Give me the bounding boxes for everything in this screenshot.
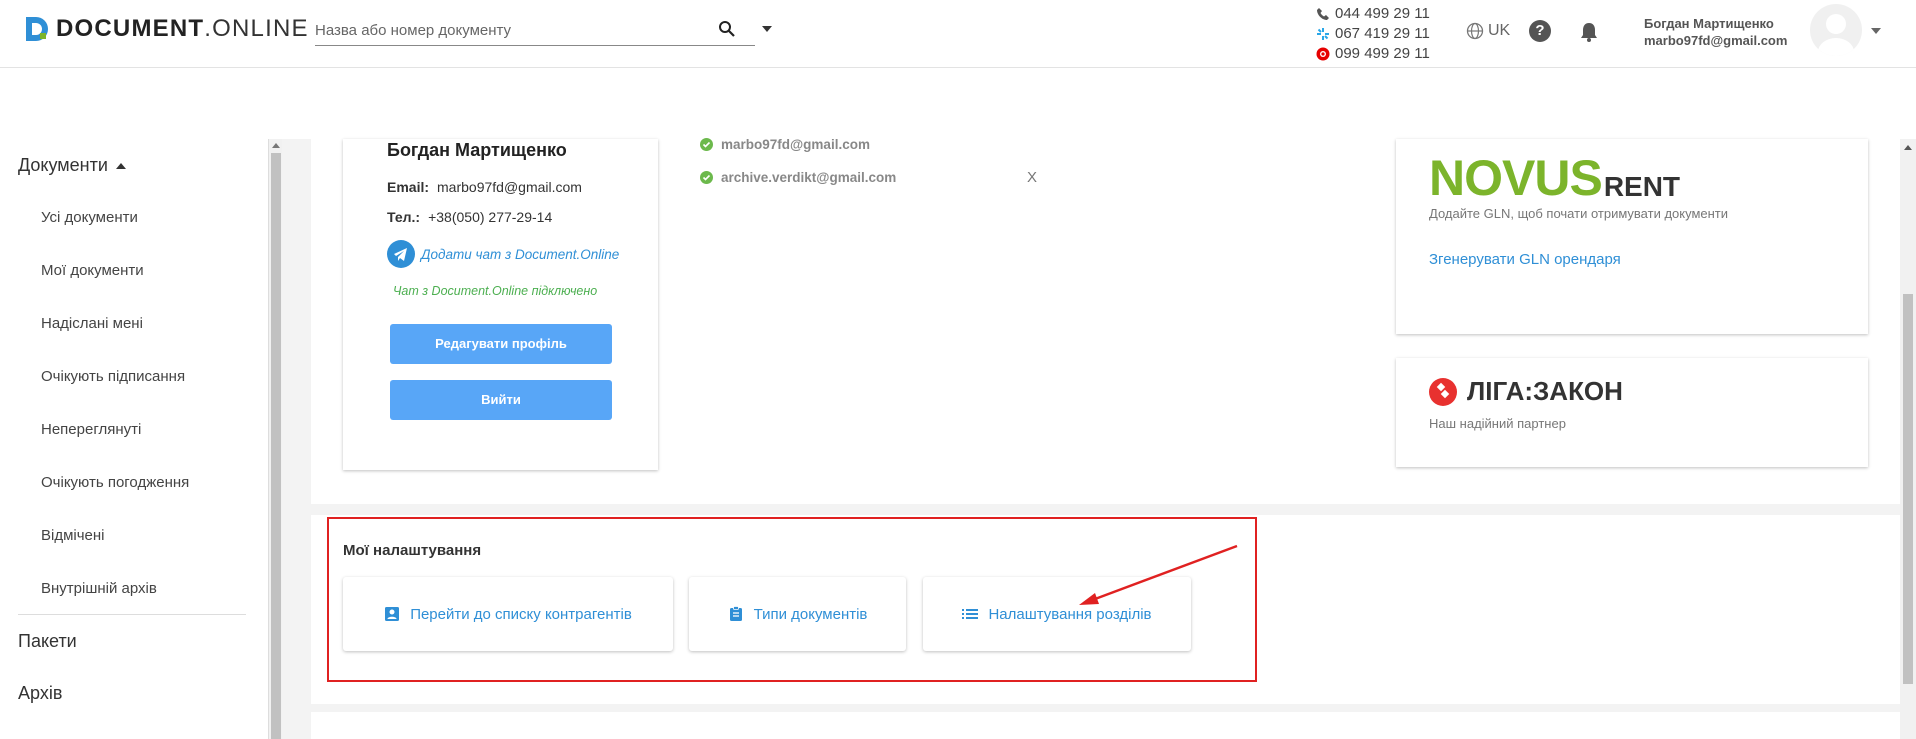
search-icon[interactable] xyxy=(718,20,736,38)
sidebar-item-awaiting-signature[interactable]: Очікують підписання xyxy=(41,368,185,385)
language-switcher[interactable]: UK xyxy=(1466,22,1510,40)
search-dropdown-icon[interactable] xyxy=(762,26,772,32)
phone-vodafone[interactable]: 099 499 29 11 xyxy=(1316,44,1430,64)
verified-check-icon xyxy=(700,171,713,184)
sidebar-item-awaiting-approval[interactable]: Очікують погодження xyxy=(41,474,189,491)
novus-rent-card: NOVUS RENT Додайте GLN, щоб почати отрим… xyxy=(1396,139,1868,334)
counterparties-button[interactable]: Перейти до списку контрагентів xyxy=(343,577,673,651)
edit-profile-button[interactable]: Редагувати профіль xyxy=(390,324,612,364)
liga-zakon-icon xyxy=(1429,377,1457,406)
vodafone-icon xyxy=(1316,47,1330,61)
sidebar-divider xyxy=(18,614,246,615)
user-info[interactable]: Богдан Мартищенко marbo97fd@gmail.com xyxy=(1644,15,1787,49)
sidebar-scroll-thumb[interactable] xyxy=(271,153,281,739)
main-scrollbar[interactable] xyxy=(1900,139,1916,739)
help-icon[interactable]: ? xyxy=(1529,20,1551,42)
phone-icon xyxy=(1316,7,1330,21)
sidebar-item-documents[interactable]: Документи xyxy=(18,155,126,176)
phone-lifecell[interactable]: 067 419 29 11 xyxy=(1316,24,1430,44)
telegram-icon xyxy=(387,240,415,268)
novus-rent-logo: NOVUS RENT xyxy=(1429,150,1681,206)
list-icon xyxy=(962,606,979,622)
liga-description: Наш надійний партнер xyxy=(1429,416,1566,431)
sidebar-item-marked[interactable]: Відмічені xyxy=(41,527,105,544)
sidebar-scrollbar[interactable] xyxy=(268,139,282,739)
globe-icon xyxy=(1466,22,1484,40)
remove-email-button[interactable]: X xyxy=(1027,169,1037,186)
search-bar xyxy=(315,16,772,46)
user-menu-chevron-icon[interactable] xyxy=(1871,28,1881,34)
sidebar-item-internal-archive[interactable]: Внутрішній архів xyxy=(41,580,157,597)
logo-text: DOCUMENT.ONLINE xyxy=(56,15,309,42)
telegram-status: Чат з Document.Online підключено xyxy=(393,284,598,298)
generate-gln-link[interactable]: Згенерувати GLN орендаря xyxy=(1429,251,1621,268)
document-types-button[interactable]: Типи документів xyxy=(689,577,906,651)
user-name: Богдан Мартищенко xyxy=(1644,16,1774,31)
sidebar: Документи Усі документи Мої документи На… xyxy=(0,139,268,739)
sidebar-item-packages[interactable]: Пакети xyxy=(18,631,77,652)
sidebar-item-all-documents[interactable]: Усі документи xyxy=(41,209,138,226)
liga-zakon-logo[interactable]: ЛІГА:ЗАКОН xyxy=(1429,376,1623,407)
avatar[interactable] xyxy=(1810,4,1862,56)
verified-check-icon xyxy=(700,138,713,151)
sidebar-item-archive[interactable]: Архів xyxy=(18,683,62,704)
search-input[interactable] xyxy=(315,16,705,44)
sidebar-item-sent-to-me[interactable]: Надіслані мені xyxy=(41,315,143,332)
main-scroll-thumb[interactable] xyxy=(1903,294,1913,684)
profile-email: Email: marbo97fd@gmail.com xyxy=(387,179,582,195)
novus-description: Додайте GLN, щоб почати отримувати докум… xyxy=(1429,206,1729,221)
scroll-up-icon[interactable] xyxy=(272,143,280,148)
contact-card-icon xyxy=(384,606,400,622)
logout-button[interactable]: Вийти xyxy=(390,380,612,420)
scroll-up-icon[interactable] xyxy=(1904,145,1912,150)
kyivstar-star-icon xyxy=(1316,27,1330,41)
profile-phone: Тел.: +38(050) 277-29-14 xyxy=(387,209,553,225)
user-email: marbo97fd@gmail.com xyxy=(1644,33,1788,48)
email-list-item: archive.verdikt@gmail.com xyxy=(700,170,896,185)
liga-zakon-card: ЛІГА:ЗАКОН Наш надійний партнер xyxy=(1396,358,1868,467)
phone-kyivstar[interactable]: 044 499 29 11 xyxy=(1316,4,1430,24)
top-header: DOCUMENT.ONLINE 044 499 29 11 067 419 29… xyxy=(0,0,1916,68)
sidebar-item-my-documents[interactable]: Мої документи xyxy=(41,262,144,279)
phone-list: 044 499 29 11 067 419 29 11 099 499 29 1… xyxy=(1316,4,1430,64)
next-panel xyxy=(311,712,1900,739)
logo[interactable]: DOCUMENT.ONLINE xyxy=(24,14,309,44)
profile-name: Богдан Мартищенко xyxy=(387,140,567,160)
caret-up-icon xyxy=(115,162,126,169)
email-list-item: marbo97fd@gmail.com xyxy=(700,137,870,152)
logo-icon xyxy=(24,15,50,43)
annotation-arrow xyxy=(1079,544,1238,605)
sidebar-item-unviewed[interactable]: Непереглянуті xyxy=(41,421,141,438)
add-telegram-chat-link[interactable]: Додати чат з Document.Online xyxy=(387,240,619,268)
settings-title: Мої налаштування xyxy=(343,542,482,559)
clipboard-icon xyxy=(728,606,744,622)
bell-icon[interactable] xyxy=(1578,21,1600,43)
